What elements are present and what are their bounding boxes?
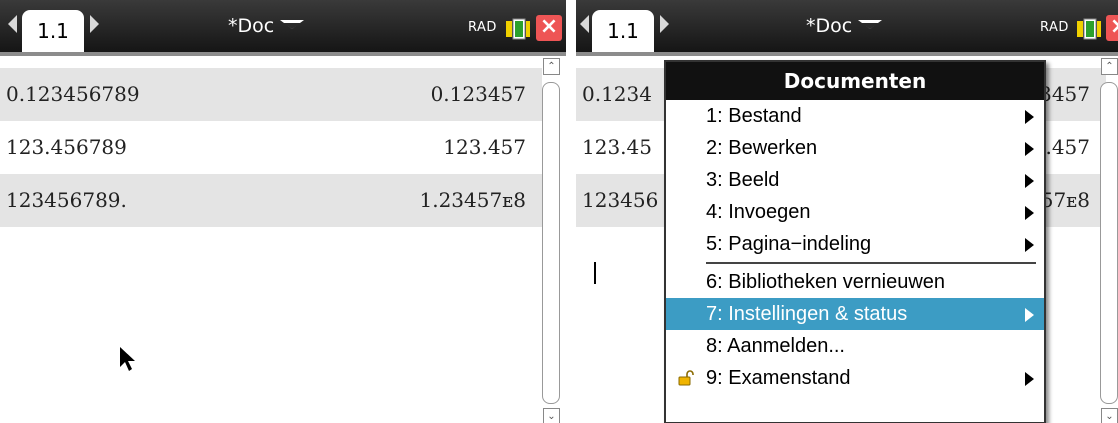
menu-item-beeld[interactable]: 3: Beeld	[666, 164, 1044, 196]
document-title[interactable]: *Doc	[228, 13, 305, 39]
dropdown-icon	[858, 20, 883, 29]
menu-item-bibliotheken-vernieuwen[interactable]: 6: Bibliotheken vernieuwen	[666, 266, 1044, 298]
history-row[interactable]: 0.123456789 0.123457	[0, 68, 542, 121]
document-title-text: *Doc	[228, 15, 275, 37]
menu-item-instellingen-status[interactable]: 7: Instellingen & status	[666, 298, 1044, 330]
submenu-arrow-icon	[1025, 308, 1034, 322]
input-expression: 0.123456789	[6, 82, 140, 106]
submenu-arrow-icon	[1025, 238, 1034, 252]
scroll-down-icon[interactable]: ⌄	[543, 408, 560, 423]
menu-item-label: 8: Aanmelden...	[706, 335, 845, 357]
angle-mode-indicator: RAD	[468, 20, 497, 35]
output-result: 123.457	[443, 135, 526, 159]
submenu-arrow-icon	[1025, 206, 1034, 220]
submenu-arrow-icon	[1025, 142, 1034, 156]
tab-next-arrow-icon[interactable]	[90, 15, 99, 33]
scrollbar[interactable]: ⌃ ⌄	[1098, 58, 1118, 423]
menu-separator	[706, 262, 1036, 264]
battery-icon	[506, 18, 530, 40]
documents-menu: Documenten 1: Bestand 2: Bewerken 3: Bee…	[664, 60, 1046, 423]
submenu-arrow-icon	[1025, 372, 1034, 386]
close-icon[interactable]: ×	[1106, 15, 1118, 41]
submenu-arrow-icon	[1025, 110, 1034, 124]
text-cursor	[594, 262, 596, 284]
output-result: 3457	[1039, 82, 1090, 106]
menu-item-label: 7: Instellingen & status	[706, 303, 908, 325]
menu-item-examenstand[interactable]: 9: Examenstand	[666, 362, 1044, 394]
input-expression: 0.1234	[582, 82, 652, 106]
menu-item-label: 4: Invoegen	[706, 201, 811, 223]
document-title[interactable]: *Doc	[806, 13, 883, 39]
history-row[interactable]: 123.456789 123.457	[0, 121, 542, 174]
output-result: 57ᴇ8	[1040, 188, 1090, 212]
menu-item-label: 9: Examenstand	[706, 367, 851, 389]
menu-item-label: 2: Bewerken	[706, 137, 818, 159]
scroll-track[interactable]	[1100, 82, 1118, 404]
menu-item-pagina-indeling[interactable]: 5: Pagina−indeling	[666, 228, 1044, 260]
tab-prev-arrow-icon[interactable]	[8, 15, 17, 33]
top-bar: 1.1 *Doc RAD ×	[576, 0, 1118, 52]
document-title-text: *Doc	[806, 15, 853, 37]
angle-mode-indicator: RAD	[1040, 20, 1069, 35]
output-result: 1.23457ᴇ8	[419, 188, 527, 212]
submenu-arrow-icon	[1025, 174, 1034, 188]
scroll-up-icon[interactable]: ⌃	[1101, 58, 1118, 75]
history-row[interactable]: 123456789. 1.23457ᴇ8	[0, 174, 542, 227]
input-expression: 123456	[582, 188, 659, 212]
menu-item-bestand[interactable]: 1: Bestand	[666, 100, 1044, 132]
menu-item-label: 1: Bestand	[706, 105, 802, 127]
output-result: 0.123457	[430, 82, 526, 106]
menu-item-label: 6: Bibliotheken vernieuwen	[706, 271, 946, 293]
unlocked-padlock-icon	[678, 370, 694, 386]
menu-item-aanmelden[interactable]: 8: Aanmelden...	[666, 330, 1044, 362]
page-tab[interactable]: 1.1	[592, 10, 654, 52]
scroll-track[interactable]	[542, 82, 560, 404]
scroll-up-icon[interactable]: ⌃	[543, 58, 560, 75]
menu-title: Documenten	[666, 62, 1044, 100]
tab-next-arrow-icon[interactable]	[660, 15, 669, 33]
scroll-down-icon[interactable]: ⌄	[1101, 408, 1118, 423]
input-expression: 123.456789	[6, 135, 127, 159]
dropdown-icon	[280, 20, 305, 29]
output-result: .457	[1045, 135, 1090, 159]
screenshot-divider	[566, 0, 576, 423]
menu-item-bewerken[interactable]: 2: Bewerken	[666, 132, 1044, 164]
calculator-screen-left: 1.1 *Doc RAD × 0.123456789 0.123457 123.…	[0, 0, 566, 423]
input-expression: 123.45	[582, 135, 652, 159]
tab-prev-arrow-icon[interactable]	[580, 15, 589, 33]
menu-item-label: 5: Pagina−indeling	[706, 233, 872, 255]
top-bar: 1.1 *Doc RAD ×	[0, 0, 566, 52]
menu-item-label: 3: Beeld	[706, 169, 780, 191]
battery-icon	[1077, 18, 1101, 40]
menu-item-invoegen[interactable]: 4: Invoegen	[666, 196, 1044, 228]
top-bar-separator	[0, 52, 566, 56]
page-tab[interactable]: 1.1	[22, 10, 84, 52]
mouse-pointer-icon	[120, 347, 135, 371]
top-bar-separator	[576, 52, 1118, 56]
close-icon[interactable]: ×	[536, 15, 562, 41]
scrollbar[interactable]: ⌃ ⌄	[540, 58, 562, 423]
calculator-screen-right: 1.1 *Doc RAD × 0.1234 3457 123.45 .457 1…	[576, 0, 1118, 423]
input-expression: 123456789.	[6, 188, 127, 212]
